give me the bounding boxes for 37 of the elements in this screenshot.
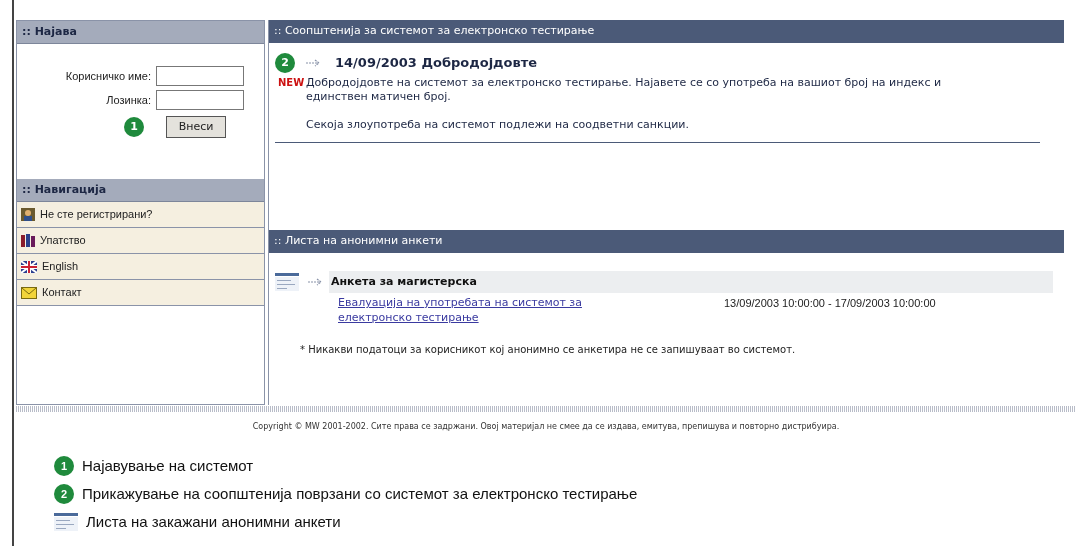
panel-header: :: Листа на анонимни анкети [269, 230, 1064, 253]
field-label: Корисничко име: [65, 68, 151, 84]
callout-badge: 2 [275, 53, 295, 73]
nav-item[interactable]: English [17, 254, 264, 280]
callout-badge: 2 [54, 484, 74, 504]
new-label: NEW [278, 77, 305, 89]
list-icon [54, 513, 78, 531]
field-label: Лозинка: [106, 92, 151, 108]
input-field[interactable] [156, 90, 244, 110]
announcement-title: 14/09/2003 Добродојдовте [335, 54, 538, 73]
callout-badge: 1 [54, 456, 74, 476]
panel-header: :: Најава [17, 21, 264, 44]
books-icon [21, 234, 35, 247]
announcement-text: Добродојдовте на системот за електронско тестирање. Најавете се со употреба на вашиот број на индекс и единствен матичен број. [306, 76, 943, 104]
copyright-text: Copyright © MW 2001-2002. Сите права се задржани. Овој материјал не смее да се издава, емитува, препишува и повторно дистрибуира. [252, 421, 840, 433]
footnote-text: * Никакви податоци за корисникот кој анонимно се анкетира не се запишуваат во системот. [300, 343, 797, 357]
callout-badge: 1 [124, 117, 144, 137]
survey-link[interactable]: Евалуација на употребата на системот за електронско тестирање [338, 295, 648, 325]
nav-item[interactable]: Не сте регистрирани? [17, 202, 264, 228]
arrow-icon [307, 278, 323, 286]
announcement-text: Секоја злоупотреба на системот подлежи на соодветни санкции. [306, 118, 690, 132]
flag-icon [21, 260, 37, 273]
survey-period: 13/09/2003 10:00:00 - 17/09/2003 10:00:00 [724, 296, 936, 311]
legend-text: Прикажување на соопштенија поврзани со системот за електронско тестирање [82, 483, 638, 504]
nav-item[interactable]: Контакт [17, 280, 264, 306]
legend-text: Најавување на системот [82, 455, 254, 476]
submit-button[interactable]: Внеси [166, 116, 226, 138]
panel-header: :: Соопштенија за системот за електронско тестирање [269, 20, 1064, 43]
list-icon [275, 273, 299, 291]
panel-header: :: Навигација [17, 179, 264, 202]
person-icon [21, 208, 35, 221]
survey-title: Анкета за магистерска [329, 271, 1053, 293]
arrow-icon [305, 59, 321, 67]
envelope-icon [21, 286, 37, 299]
legend-text: Листа на закажани анонимни анкети [86, 511, 341, 532]
nav-item[interactable]: Упатство [17, 228, 264, 254]
input-field[interactable] [156, 66, 244, 86]
